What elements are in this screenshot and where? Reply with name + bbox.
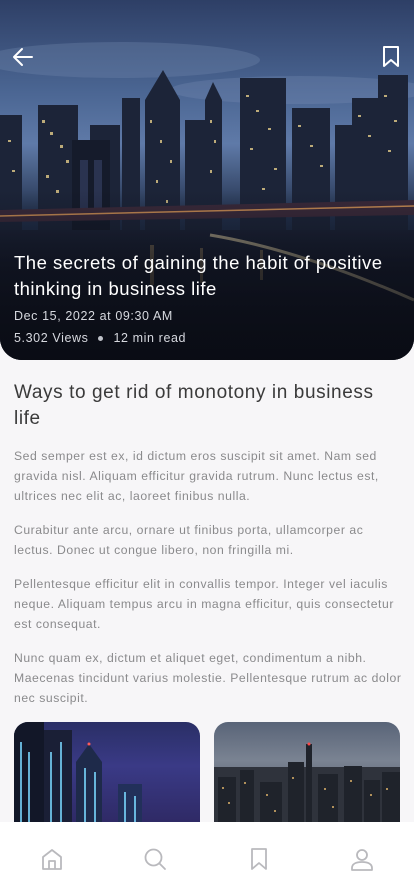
paragraph: Pellentesque efficitur elit in convallis… bbox=[14, 577, 394, 631]
article-meta: 5.302 Views 12 min read bbox=[14, 331, 186, 345]
nav-home[interactable] bbox=[37, 844, 67, 874]
article-title: The secrets of gaining the habit of posi… bbox=[14, 252, 383, 299]
paragraph: Nunc quam ex, dictum et aliquet eget, co… bbox=[14, 651, 402, 705]
section-heading: Ways to get rid of monotony in business … bbox=[14, 382, 374, 429]
bottom-navigation bbox=[0, 822, 414, 896]
profile-icon bbox=[351, 849, 374, 871]
search-icon bbox=[144, 848, 167, 870]
bookmark-button[interactable] bbox=[380, 44, 402, 70]
paragraph: Sed semper est ex, id dictum eros suscip… bbox=[14, 449, 379, 503]
nav-search[interactable] bbox=[140, 844, 170, 874]
article-date: Dec 15, 2022 at 09:30 AM bbox=[14, 309, 173, 323]
city-night-illustration bbox=[14, 722, 142, 832]
paragraph: Curabitur ante arcu, ornare ut finibus p… bbox=[14, 523, 364, 557]
nav-bookmarks[interactable] bbox=[244, 844, 274, 874]
back-button[interactable] bbox=[10, 44, 36, 70]
read-time: 12 min read bbox=[113, 331, 187, 345]
gallery-image-1[interactable] bbox=[14, 722, 200, 832]
gallery-image-2[interactable] bbox=[214, 722, 400, 832]
views-count: 5.302 Views bbox=[14, 331, 89, 345]
home-icon bbox=[41, 849, 62, 870]
nav-profile[interactable] bbox=[347, 844, 377, 874]
hero-image: The secrets of gaining the habit of posi… bbox=[0, 0, 414, 360]
city-dusk-illustration bbox=[214, 742, 400, 832]
separator-dot bbox=[98, 335, 104, 341]
bookmark-icon bbox=[250, 848, 267, 870]
bookmark-icon bbox=[383, 46, 399, 67]
arrow-left-icon bbox=[13, 48, 33, 66]
